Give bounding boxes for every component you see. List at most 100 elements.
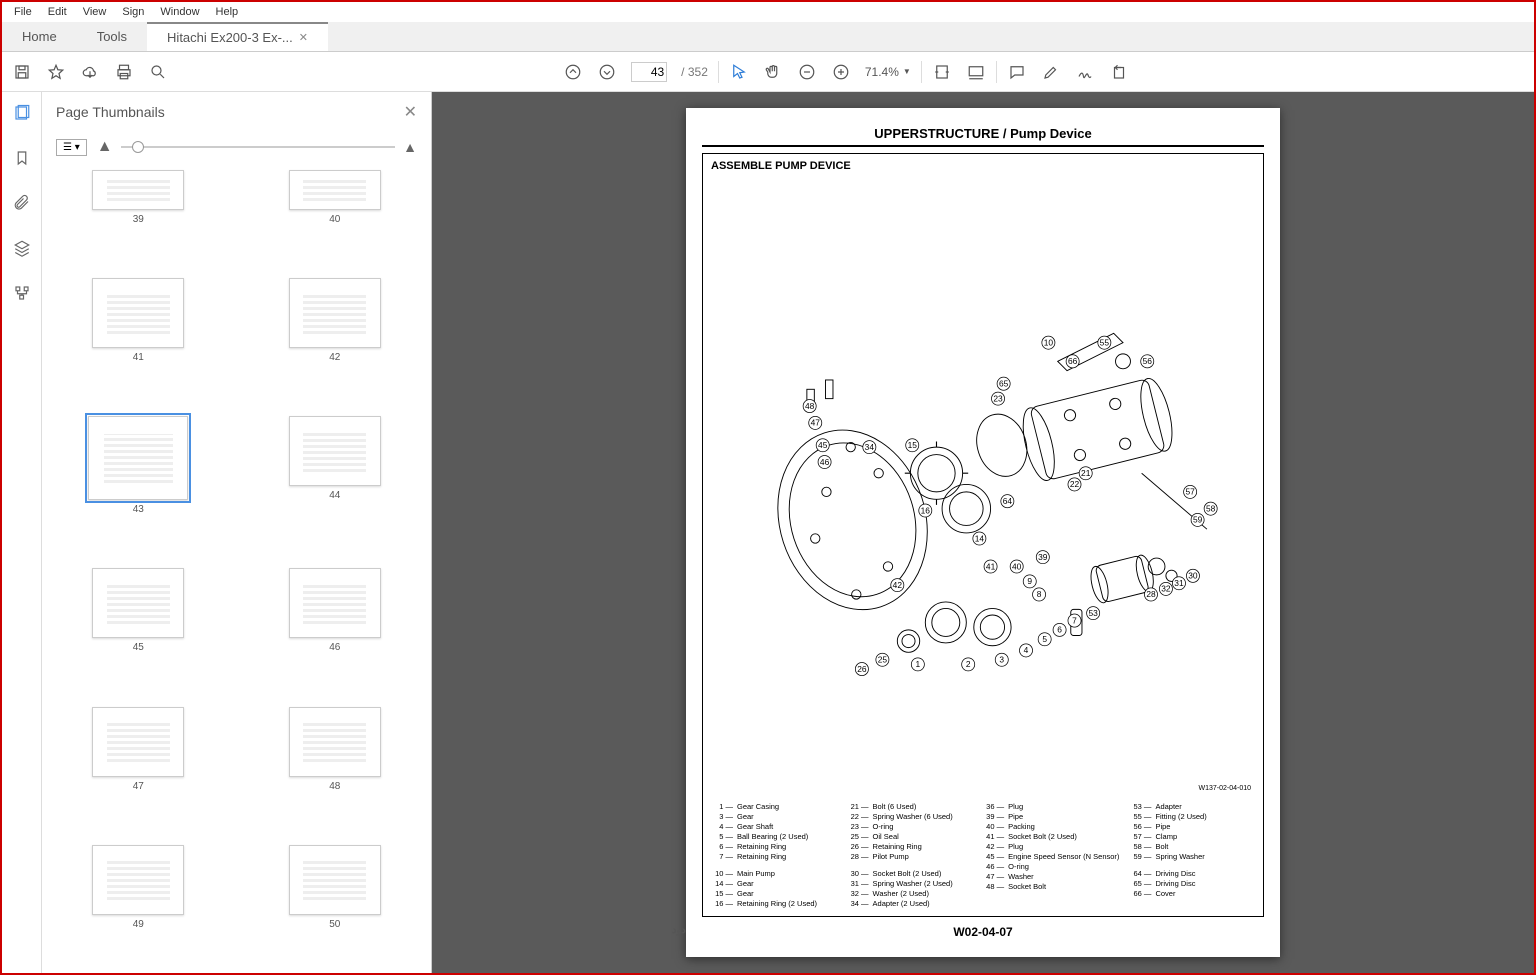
page-header: UPPERSTRUCTURE / Pump Device [702, 126, 1264, 147]
legend-item-42: 42 —Plug [982, 842, 1119, 851]
zoom-select[interactable]: 71.4%▼ [865, 65, 911, 79]
svg-text:53: 53 [1088, 608, 1098, 618]
document-viewer[interactable]: UPPERSTRUCTURE / Pump Device ASSEMBLE PU… [432, 92, 1534, 973]
legend-item-41: 41 —Socket Bolt (2 Used) [982, 832, 1119, 841]
menu-window[interactable]: Window [152, 4, 207, 20]
thumbnails-panel-icon[interactable] [13, 104, 31, 127]
tab-home[interactable]: Home [2, 22, 77, 51]
thumbnail-page-39[interactable]: 39 [60, 170, 217, 258]
sign-icon[interactable] [1075, 62, 1095, 82]
panel-title: Page Thumbnails [56, 104, 165, 120]
menu-view[interactable]: View [75, 4, 115, 20]
menu-edit[interactable]: Edit [40, 4, 75, 20]
zoom-out-icon[interactable] [797, 62, 817, 82]
thumbnail-page-42[interactable]: 42 [257, 278, 414, 396]
menu-sign[interactable]: Sign [114, 4, 152, 20]
comment-icon[interactable] [1007, 62, 1027, 82]
legend-item-14: 14 —Gear [711, 879, 837, 888]
thumb-options-icon[interactable]: ☰ ▾ [56, 139, 87, 156]
svg-text:28: 28 [1146, 590, 1156, 600]
svg-text:23: 23 [993, 394, 1003, 404]
structure-icon[interactable] [13, 284, 31, 307]
fit-width-icon[interactable] [932, 62, 952, 82]
svg-text:59: 59 [1193, 515, 1203, 525]
rotate-icon[interactable] [1109, 62, 1129, 82]
svg-text:6: 6 [1057, 625, 1062, 635]
selection-tool-icon[interactable] [729, 62, 749, 82]
parts-legend: 1 —Gear Casing3 —Gear4 —Gear Shaft5 —Bal… [711, 794, 1255, 908]
thumbnail-page-46[interactable]: 46 [257, 568, 414, 686]
svg-text:3: 3 [999, 655, 1004, 665]
legend-item-40: 40 —Packing [982, 822, 1119, 831]
bookmark-icon[interactable] [13, 149, 31, 172]
svg-text:7: 7 [1072, 616, 1077, 626]
legend-item-45: 45 —Engine Speed Sensor (N Sensor) [982, 852, 1119, 861]
legend-item-34: 34 —Adapter (2 Used) [847, 899, 973, 908]
menu-help[interactable]: Help [208, 4, 247, 20]
thumbnail-page-43[interactable]: 43 [60, 416, 217, 548]
page-footer: دود W02-04-07 [702, 925, 1264, 939]
legend-item-23: 23 —O-ring [847, 822, 973, 831]
svg-text:31: 31 [1174, 579, 1184, 589]
legend-item-48: 48 —Socket Bolt [982, 882, 1119, 891]
thumbnail-page-47[interactable]: 47 [60, 707, 217, 825]
svg-text:46: 46 [820, 457, 830, 467]
close-icon[interactable]: ✕ [299, 31, 308, 44]
search-icon[interactable] [148, 62, 168, 82]
legend-item-10: 10 —Main Pump [711, 869, 837, 878]
tab-tools[interactable]: Tools [77, 22, 147, 51]
layers-icon[interactable] [13, 239, 31, 262]
legend-item-47: 47 —Washer [982, 872, 1119, 881]
legend-item-3: 3 —Gear [711, 812, 837, 821]
highlight-icon[interactable] [1041, 62, 1061, 82]
svg-text:65: 65 [999, 379, 1009, 389]
svg-text:32: 32 [1161, 584, 1171, 594]
svg-text:25: 25 [878, 655, 888, 665]
menu-bar: File Edit View Sign Window Help [2, 2, 1534, 22]
menu-file[interactable]: File [6, 4, 40, 20]
star-icon[interactable] [46, 62, 66, 82]
legend-item-64: 64 —Driving Disc [1129, 869, 1255, 878]
read-mode-icon[interactable] [966, 62, 986, 82]
hand-tool-icon[interactable] [763, 62, 783, 82]
legend-item-25: 25 —Oil Seal [847, 832, 973, 841]
tab-document[interactable]: Hitachi Ex200-3 Ex-... ✕ [147, 22, 328, 51]
thumbnail-page-44[interactable]: 44 [257, 416, 414, 548]
thumbnail-page-45[interactable]: 45 [60, 568, 217, 686]
tab-bar: Home Tools Hitachi Ex200-3 Ex-... ✕ [2, 22, 1534, 52]
legend-item-4: 4 —Gear Shaft [711, 822, 837, 831]
svg-text:41: 41 [986, 562, 996, 572]
save-icon[interactable] [12, 62, 32, 82]
legend-item-46: 46 —O-ring [982, 862, 1119, 871]
legend-item-28: 28 —Pilot Pump [847, 852, 973, 861]
page-number-input[interactable] [631, 62, 667, 82]
page-down-icon[interactable] [597, 62, 617, 82]
attachment-icon[interactable] [13, 194, 31, 217]
zoom-in-icon[interactable] [831, 62, 851, 82]
legend-item-26: 26 —Retaining Ring [847, 842, 973, 851]
print-icon[interactable] [114, 62, 134, 82]
svg-text:4: 4 [1024, 646, 1029, 656]
legend-item-66: 66 —Cover [1129, 889, 1255, 898]
svg-text:45: 45 [818, 440, 828, 450]
cloud-icon[interactable] [80, 62, 100, 82]
svg-text:64: 64 [1003, 496, 1013, 506]
thumbnail-grid[interactable]: 39 40 41 42 43 44 45 46 47 48 49 50 [42, 166, 431, 973]
thumbnail-size-slider[interactable]: ▲ ▲ [97, 138, 417, 156]
thumbnail-page-49[interactable]: 49 [60, 845, 217, 963]
thumbnail-page-48[interactable]: 48 [257, 707, 414, 825]
small-thumb-icon: ▲ [97, 138, 113, 156]
legend-item-5: 5 —Ball Bearing (2 Used) [711, 832, 837, 841]
close-panel-icon[interactable]: ✕ [404, 102, 417, 122]
legend-item-32: 32 —Washer (2 Used) [847, 889, 973, 898]
thumbnail-page-50[interactable]: 50 [257, 845, 414, 963]
thumbnail-page-40[interactable]: 40 [257, 170, 414, 258]
page-up-icon[interactable] [563, 62, 583, 82]
legend-item-39: 39 —Pipe [982, 812, 1119, 821]
thumbnail-page-41[interactable]: 41 [60, 278, 217, 396]
exploded-diagram: 1234567891014151621222325262830313234394… [711, 172, 1255, 794]
footer-ornament: دود [672, 925, 686, 936]
legend-item-21: 21 —Bolt (6 Used) [847, 802, 973, 811]
large-thumb-icon: ▲ [403, 139, 417, 155]
pdf-page: UPPERSTRUCTURE / Pump Device ASSEMBLE PU… [686, 108, 1280, 957]
